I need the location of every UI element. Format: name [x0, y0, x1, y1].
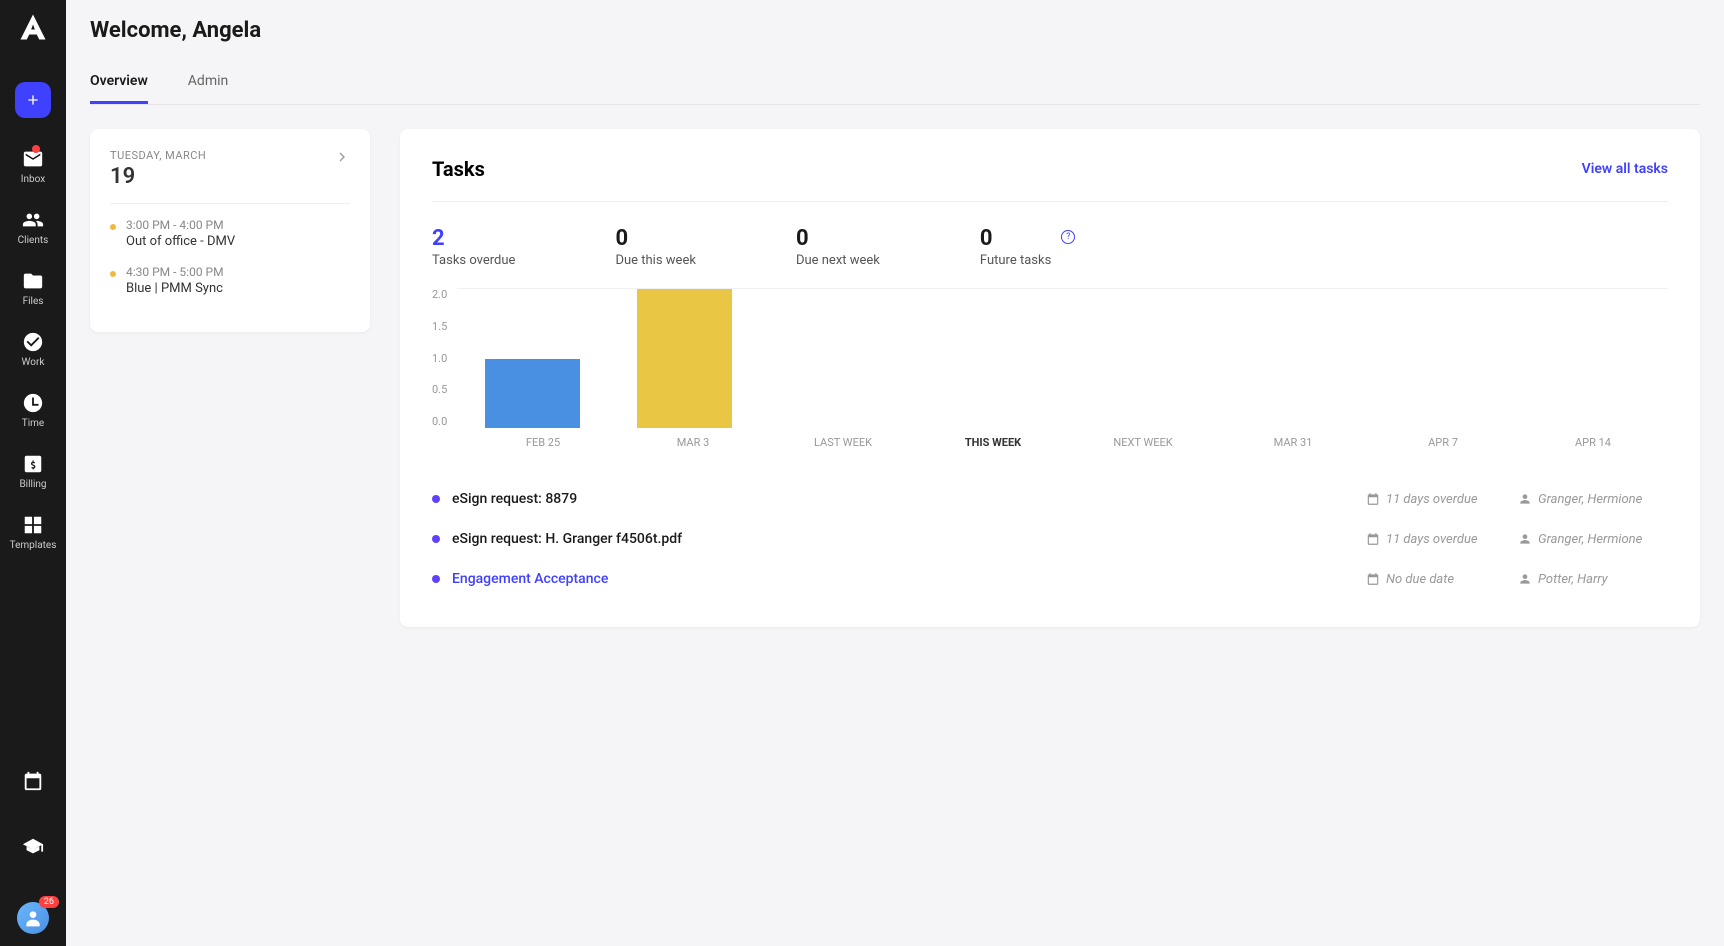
nav-label: Inbox: [21, 174, 45, 185]
sidebar-item-work[interactable]: Work: [10, 331, 57, 368]
education-nav[interactable]: [22, 836, 44, 858]
stat-label: Future tasks: [980, 253, 1051, 268]
chart-bars: [457, 288, 1668, 428]
tabs: Overview Admin: [90, 61, 1700, 105]
calendar-nav[interactable]: [22, 770, 44, 792]
x-label: FEB 25: [468, 436, 618, 449]
task-dot: [432, 495, 440, 503]
tab-overview[interactable]: Overview: [90, 61, 148, 104]
task-row[interactable]: Engagement Acceptance No due date Potter, …: [432, 559, 1668, 599]
add-button[interactable]: [15, 82, 51, 118]
task-stats: 2 Tasks overdue 0 Due this week 0 Due next we…: [432, 226, 1668, 268]
nav-label: Work: [22, 357, 45, 368]
task-user: Potter, Harry: [1518, 572, 1668, 587]
bar-slot: [609, 289, 760, 428]
task-stat[interactable]: 0 Due next week: [796, 226, 880, 268]
task-user: Granger, Hermione: [1518, 492, 1668, 507]
chart-y-axis: 2.0 1.5 1.0 0.5 0.0: [432, 288, 457, 428]
view-all-tasks-link[interactable]: View all tasks: [1582, 161, 1668, 177]
task-user: Granger, Hermione: [1518, 532, 1668, 547]
x-label: NEXT WEEK: [1068, 436, 1218, 449]
avatar-badge: 26: [39, 896, 59, 908]
app-logo: [18, 12, 48, 42]
stat-number: 0: [980, 226, 1051, 251]
task-due: No due date: [1366, 572, 1506, 587]
bar-slot: [1365, 289, 1516, 428]
task-dot: [432, 535, 440, 543]
sidebar-item-clients[interactable]: Clients: [10, 209, 57, 246]
y-tick: 2.0: [432, 288, 447, 301]
x-label: MAR 31: [1218, 436, 1368, 449]
stat-label: Tasks overdue: [432, 253, 515, 268]
x-label: MAR 3: [618, 436, 768, 449]
stat-label: Due this week: [615, 253, 695, 268]
task-name: Engagement Acceptance: [452, 571, 1354, 587]
help-icon[interactable]: ?: [1061, 230, 1075, 244]
calendar-event[interactable]: 3:00 PM - 4:00 PM Out of office - DMV: [110, 218, 350, 249]
user-avatar[interactable]: 26: [17, 902, 49, 934]
chart-x-axis: FEB 25MAR 3LAST WEEKTHIS WEEKNEXT WEEKMA…: [468, 436, 1668, 449]
calendar-day-label: TUESDAY, MARCH: [110, 149, 206, 162]
x-label: APR 7: [1368, 436, 1518, 449]
task-row[interactable]: eSign request: H. Granger f4506t.pdf 11 d…: [432, 519, 1668, 559]
chevron-right-icon[interactable]: [334, 149, 350, 169]
calendar-card: TUESDAY, MARCH 19 3:00 PM - 4:00 PM Out o…: [90, 129, 370, 332]
sidebar-item-templates[interactable]: Templates: [10, 514, 57, 551]
y-tick: 0.0: [432, 415, 447, 428]
page-title: Welcome, Angela: [90, 18, 1700, 43]
bar-slot: [1063, 289, 1214, 428]
bar-slot: [760, 289, 911, 428]
chart-bar: [485, 359, 580, 429]
sidebar-item-files[interactable]: Files: [10, 270, 57, 307]
nav-label: Clients: [18, 235, 49, 246]
calendar-event[interactable]: 4:30 PM - 5:00 PM Blue | PMM Sync: [110, 265, 350, 296]
task-stat[interactable]: 2 Tasks overdue: [432, 226, 515, 268]
x-label: LAST WEEK: [768, 436, 918, 449]
nav-label: Time: [22, 418, 44, 429]
main-content: Welcome, Angela Overview Admin TUESDAY, M…: [66, 0, 1724, 946]
event-title: Out of office - DMV: [126, 234, 235, 249]
event-dot: [110, 224, 116, 230]
nav-label: Files: [23, 296, 44, 307]
tasks-card: Tasks View all tasks 2 Tasks overdue 0 Due …: [400, 129, 1700, 627]
task-name: eSign request: 8879: [452, 491, 1354, 507]
event-time: 4:30 PM - 5:00 PM: [126, 265, 224, 279]
nav-label: Templates: [10, 540, 57, 551]
x-label: APR 14: [1518, 436, 1668, 449]
sidebar: Inbox Clients Files Work Time Billing Template…: [0, 0, 66, 946]
x-label: THIS WEEK: [918, 436, 1068, 449]
tab-admin[interactable]: Admin: [188, 61, 228, 104]
sidebar-item-inbox[interactable]: Inbox: [10, 148, 57, 185]
tasks-chart: 2.0 1.5 1.0 0.5 0.0 FEB 25MAR 3LAST WEEKTHIS…: [432, 288, 1668, 449]
chart-bar: [637, 289, 732, 428]
task-name: eSign request: H. Granger f4506t.pdf: [452, 531, 1354, 547]
y-tick: 1.0: [432, 352, 447, 365]
bar-slot: [457, 289, 608, 428]
bar-slot: [1517, 289, 1668, 428]
bar-slot: [1214, 289, 1365, 428]
tasks-title: Tasks: [432, 157, 485, 181]
sidebar-item-time[interactable]: Time: [10, 392, 57, 429]
event-dot: [110, 271, 116, 277]
task-dot: [432, 575, 440, 583]
bar-slot: [911, 289, 1062, 428]
sidebar-item-billing[interactable]: Billing: [10, 453, 57, 490]
event-time: 3:00 PM - 4:00 PM: [126, 218, 235, 232]
y-tick: 0.5: [432, 383, 447, 396]
task-due: 11 days overdue: [1366, 492, 1506, 507]
task-stat[interactable]: 0 Due this week: [615, 226, 695, 268]
nav-label: Billing: [19, 479, 46, 490]
event-title: Blue | PMM Sync: [126, 281, 224, 296]
stat-number: 0: [796, 226, 880, 251]
task-stat[interactable]: 0Future tasks?: [980, 226, 1051, 268]
y-tick: 1.5: [432, 320, 447, 333]
task-row[interactable]: eSign request: 8879 11 days overdue Grange…: [432, 479, 1668, 519]
task-list: eSign request: 8879 11 days overdue Grange…: [432, 479, 1668, 599]
task-due: 11 days overdue: [1366, 532, 1506, 547]
calendar-day-number: 19: [110, 164, 206, 189]
stat-number: 0: [615, 226, 695, 251]
stat-label: Due next week: [796, 253, 880, 268]
stat-number: 2: [432, 226, 515, 251]
